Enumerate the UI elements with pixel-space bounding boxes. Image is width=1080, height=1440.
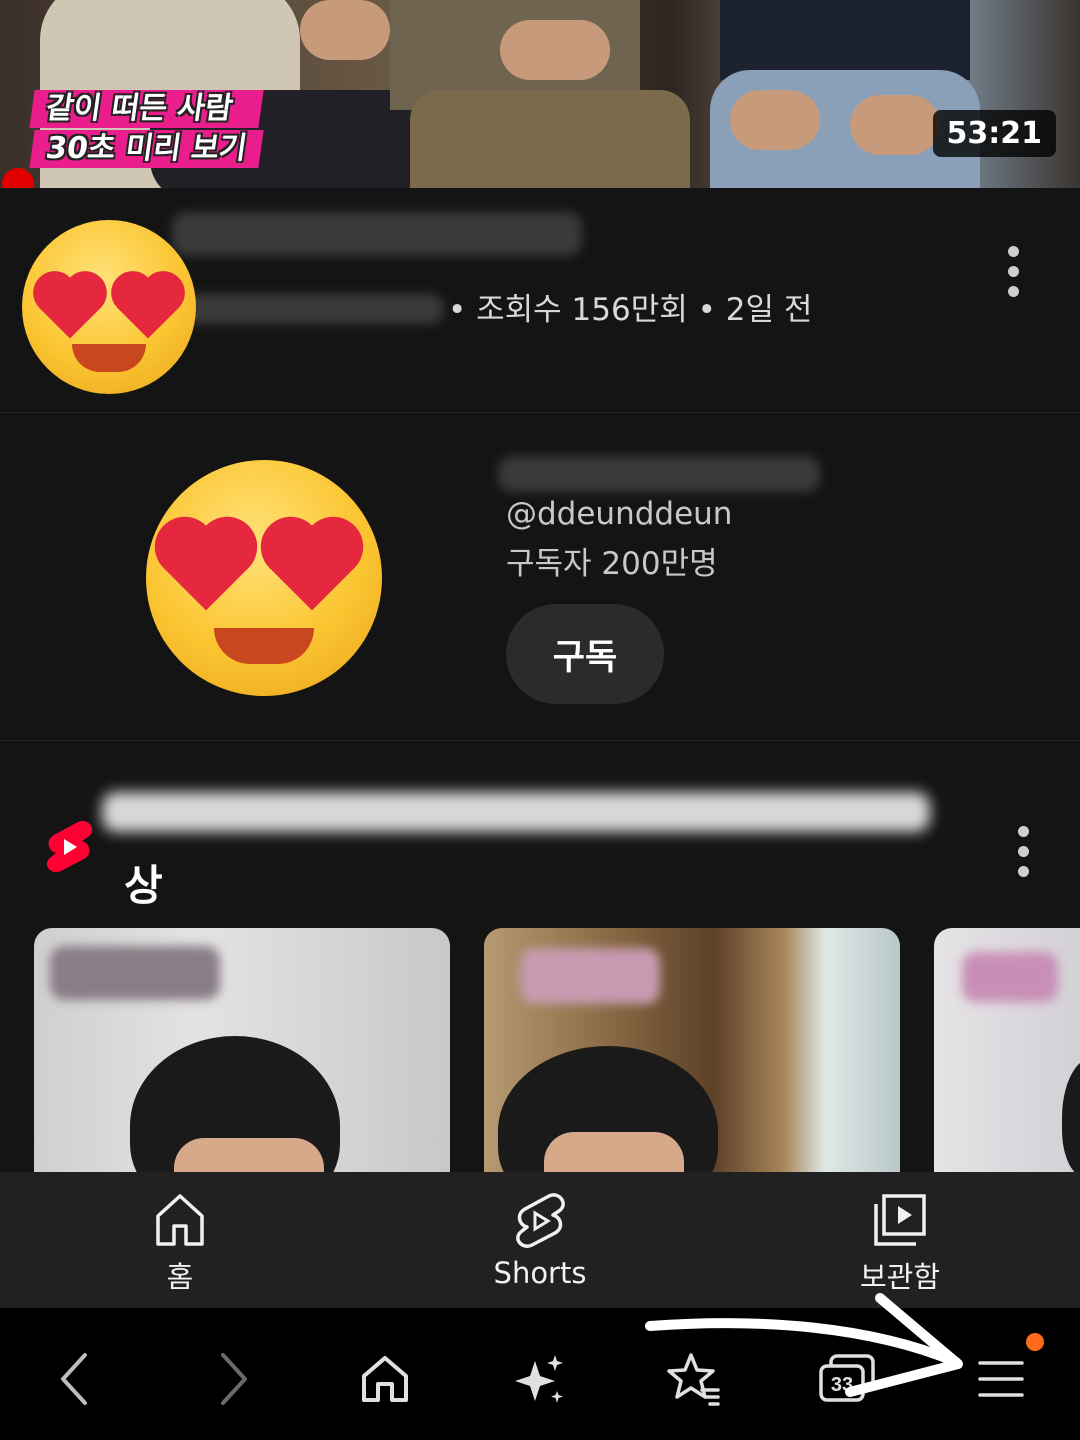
home-icon	[156, 1194, 204, 1246]
nav-item-shorts[interactable]: Shorts	[470, 1172, 610, 1308]
back-button[interactable]	[40, 1344, 110, 1414]
short-person-face	[544, 1132, 684, 1172]
video-thumbnail[interactable]: 같이 떠든 사람 30초 미리 보기 53:21	[0, 0, 1080, 188]
thumbnail-hand	[300, 0, 390, 60]
redacted-title	[172, 212, 582, 256]
back-icon	[61, 1353, 87, 1405]
heart-eye-left	[39, 277, 101, 339]
short-person-head	[1062, 1058, 1080, 1172]
nav-label: Shorts	[493, 1256, 587, 1290]
nav-label: 홈	[166, 1260, 194, 1294]
emoji-mouth	[214, 628, 314, 664]
thumbnail-caption: 같이 떠든 사람 30초 미리 보기	[29, 90, 264, 170]
thumbnail-person-right	[720, 0, 970, 80]
channel-handle: @ddeunddeun	[506, 496, 733, 532]
short-person-face	[174, 1138, 324, 1172]
library-icon	[874, 1194, 926, 1246]
heart-eyes-emoji-sticker	[146, 460, 382, 696]
forward-icon	[221, 1353, 247, 1405]
redacted-short-label	[520, 948, 660, 1004]
short-card[interactable]	[934, 928, 1080, 1172]
home-icon	[362, 1356, 408, 1402]
heart-eyes-emoji-sticker	[22, 220, 196, 394]
redacted-channel-title	[498, 456, 820, 492]
thumbnail-hand	[500, 20, 610, 80]
heart-eye-right	[269, 525, 355, 611]
thumbnail-hand	[850, 95, 940, 155]
ai-sparkle-button[interactable]	[504, 1344, 574, 1414]
more-options-icon[interactable]	[1007, 246, 1019, 297]
menu-notification-dot	[1026, 1333, 1044, 1351]
browser-home-button[interactable]	[350, 1344, 420, 1414]
menu-icon	[978, 1361, 1024, 1397]
short-card[interactable]	[34, 928, 450, 1172]
duration-badge: 53:21	[932, 110, 1056, 157]
heart-eye-right	[117, 277, 179, 339]
shelf-title: 상	[124, 861, 163, 910]
thumbnail-hand	[730, 90, 820, 150]
shorts-icon	[516, 1193, 565, 1248]
forward-button[interactable]	[198, 1344, 268, 1414]
short-card[interactable]	[484, 928, 900, 1172]
annotation-arrow-icon	[645, 1293, 963, 1397]
shelf-more-options-icon[interactable]	[1017, 826, 1029, 877]
thumbnail-person-middle-pants	[410, 90, 690, 188]
sparkle-icon	[515, 1355, 563, 1403]
nav-item-home[interactable]: 홈	[120, 1172, 240, 1308]
redacted-short-label	[50, 946, 220, 1000]
redacted-channel-name	[180, 294, 444, 324]
caption-line: 같이 떠든 사람	[29, 90, 264, 128]
caption-line: 30초 미리 보기	[29, 130, 264, 168]
subscriber-count: 구독자 200만명	[506, 546, 718, 582]
redacted-shelf-title	[102, 792, 930, 832]
subscribe-button[interactable]: 구독	[506, 604, 664, 704]
heart-eye-left	[163, 525, 249, 611]
redacted-short-label	[962, 952, 1058, 1002]
shorts-logo-icon	[46, 820, 93, 873]
video-meta: • 조회수 156만회 • 2일 전	[448, 292, 813, 328]
emoji-mouth	[72, 344, 146, 372]
